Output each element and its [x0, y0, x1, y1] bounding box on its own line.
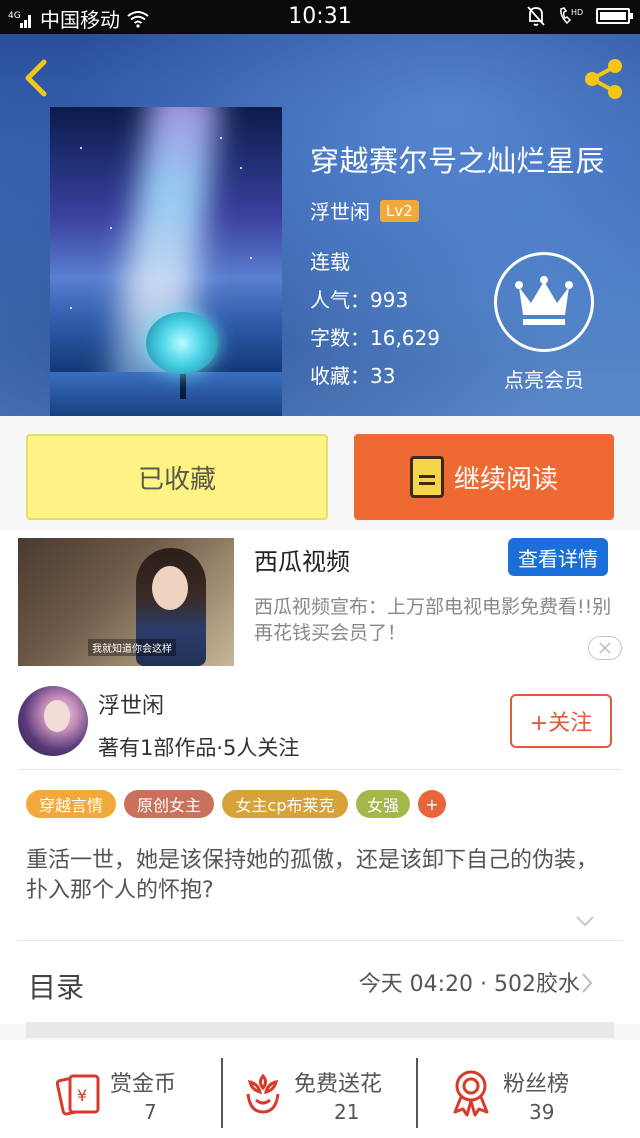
cover-star [250, 257, 252, 259]
cover-star [220, 137, 222, 139]
level-badge: Lv2 [380, 199, 419, 222]
crown-icon [515, 276, 573, 325]
reward-coins-button[interactable]: ¥ 赏金币 7 [0, 1040, 222, 1138]
cover-sea [50, 372, 282, 416]
separator [416, 1058, 418, 1128]
ad-detail-button[interactable]: 查看详情 [508, 538, 608, 576]
share-button[interactable] [580, 56, 626, 102]
fan-ranking-label: 粉丝榜 [503, 1072, 570, 1097]
ad-close-button[interactable] [588, 636, 622, 660]
vip-button[interactable] [494, 252, 594, 352]
send-flowers-count: 21 [334, 1100, 360, 1124]
svg-text:¥: ¥ [77, 1086, 87, 1105]
red-envelope-icon: ¥ [56, 1074, 100, 1116]
cover-star [80, 147, 82, 149]
vip-label[interactable]: 点亮会员 [488, 364, 600, 393]
ad-thumbnail[interactable]: 我就知道你会这样 [18, 538, 234, 666]
fan-ranking-count: 39 [529, 1100, 555, 1124]
synopsis-text: 重活一世，她是该保持她的孤傲，还是该卸下自己的伪装，扑入那个人的怀抱? [26, 848, 599, 903]
status-bar: 4G 中国移动 10:31 HD [0, 0, 640, 34]
fan-ranking-button[interactable]: 粉丝榜 39 [419, 1040, 640, 1138]
cover-star [110, 227, 112, 229]
tag-item[interactable]: 原创女主 [124, 790, 214, 818]
word-count: 字数：16,629 [310, 326, 440, 350]
chevron-down-icon[interactable] [574, 912, 596, 930]
hd-call-icon: HD [560, 7, 583, 25]
tag-list: 穿越言情 原创女主 女主cp布莱克 女强 + [0, 770, 640, 836]
latest-chapter: 今天 04:20 · 502胶水 [358, 972, 580, 997]
separator [221, 1058, 223, 1128]
battery-level [600, 12, 626, 20]
share-icon [585, 59, 622, 99]
cover-star [240, 167, 242, 169]
ad-description: 西瓜视频宣布：上万部电视电影免费看!!别再花钱买会员了！ [254, 596, 612, 644]
back-button[interactable] [18, 56, 54, 100]
ad-face [152, 566, 188, 610]
reward-coins-count: 7 [144, 1100, 157, 1124]
book-header: 穿越赛尔号之灿烂星辰 浮世闲 Lv2 连载 人气：993 字数：16,629 收… [0, 34, 640, 416]
continue-reading-label: 继续阅读 [453, 464, 558, 495]
ad-banner[interactable]: 我就知道你会这样 西瓜视频 查看详情 西瓜视频宣布：上万部电视电影免费看!!别再… [0, 530, 640, 670]
book-title: 穿越赛尔号之灿烂星辰 [310, 144, 606, 178]
toc-title: 目录 [28, 971, 85, 1004]
author-stats: 著有1部作品·5人关注 [98, 736, 300, 760]
serial-status: 连载 [310, 250, 350, 274]
popularity: 人气：993 [310, 288, 409, 312]
status-right: HD [526, 5, 633, 27]
section-divider-band [26, 1022, 614, 1038]
divider [18, 940, 622, 941]
book-cover[interactable] [50, 107, 282, 416]
close-icon [599, 642, 611, 654]
tag-item[interactable]: 女强 [356, 790, 410, 818]
author-card: 浮世闲 著有1部作品·5人关注 +关注 [0, 670, 640, 770]
synopsis-section[interactable]: 重活一世，她是该保持她的孤傲，还是该卸下自己的伪装，扑入那个人的怀抱? [0, 836, 640, 942]
avatar[interactable] [18, 686, 88, 756]
battery-icon [596, 8, 633, 24]
author-row: 浮世闲 Lv2 [310, 196, 419, 225]
bottom-action-bar: ¥ 赏金币 7 免费送花 21 粉丝榜 39 [0, 1040, 640, 1138]
tag-item[interactable]: 女主cp布莱克 [222, 790, 348, 818]
avatar-face [44, 700, 70, 732]
favorites-count: 收藏：33 [310, 364, 396, 388]
reward-coins-label: 赏金币 [110, 1072, 177, 1097]
ad-title: 西瓜视频 [254, 548, 350, 576]
cover-glowing-tree [146, 312, 218, 374]
cover-star [70, 307, 72, 309]
ad-thumb-caption: 我就知道你会这样 [88, 639, 176, 656]
mute-bell-icon [527, 6, 545, 26]
continue-reading-button[interactable]: 继续阅读 [354, 434, 614, 520]
send-flowers-label: 免费送花 [294, 1072, 383, 1097]
author-name[interactable]: 浮世闲 [310, 196, 370, 225]
svg-text:HD: HD [571, 8, 583, 17]
award-ribbon-icon [453, 1070, 489, 1117]
chevron-right-icon [582, 973, 593, 993]
collected-button[interactable]: 已收藏 [26, 434, 328, 520]
add-tag-button[interactable]: + [418, 790, 446, 818]
send-flowers-button[interactable]: 免费送花 21 [224, 1040, 416, 1138]
book-icon [409, 456, 444, 498]
tag-item[interactable]: 穿越言情 [26, 790, 116, 818]
follow-button[interactable]: +关注 [510, 694, 612, 748]
author-card-name[interactable]: 浮世闲 [98, 688, 164, 720]
toc-row[interactable]: 目录 今天 04:20 · 502胶水 [0, 942, 640, 1024]
chevron-left-icon [25, 59, 47, 97]
flower-icon [246, 1073, 280, 1114]
